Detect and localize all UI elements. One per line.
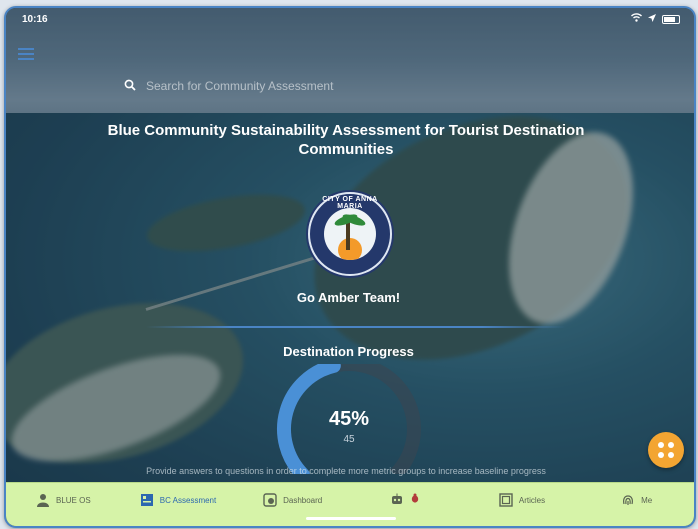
- fingerprint-icon: [621, 493, 635, 507]
- tab-label: BLUE OS: [55, 495, 91, 505]
- articles-icon: [499, 493, 513, 507]
- search-bar[interactable]: [124, 74, 564, 98]
- tab-articles[interactable]: Articles: [465, 491, 580, 509]
- tab-label: BC Assessment: [159, 495, 217, 505]
- status-time: 10:16: [22, 14, 48, 25]
- progress-title: Destination Progress: [283, 344, 414, 359]
- search-input[interactable]: [144, 78, 564, 94]
- search-icon: [124, 79, 136, 94]
- hamburger-menu-icon[interactable]: [18, 48, 34, 62]
- person-icon: [36, 493, 50, 507]
- robot-icon: [390, 493, 404, 507]
- tab-robot[interactable]: [350, 491, 465, 509]
- bug-icon: [410, 493, 424, 507]
- battery-icon: [662, 14, 680, 24]
- tab-label: Dashboard: [283, 495, 323, 505]
- tab-label: Articles: [518, 495, 546, 505]
- app-screen: 10:16 Blue Community Sustainability Asse…: [4, 6, 696, 528]
- home-indicator: [306, 517, 396, 520]
- grid-dot: [658, 442, 664, 448]
- grid-dot: [668, 442, 674, 448]
- progress-value: 45: [343, 434, 355, 445]
- progress-percent: 45%: [328, 408, 370, 430]
- section-divider: [146, 326, 566, 328]
- assessment-icon: [140, 493, 154, 507]
- grid-dot: [658, 452, 664, 458]
- location-arrow-icon: [648, 13, 656, 25]
- wifi-icon: [631, 13, 642, 25]
- floating-action-button[interactable]: [648, 432, 684, 468]
- city-seal-logo: CITY OF ANNA MARIA: [308, 192, 392, 276]
- tab-dashboard[interactable]: Dashboard: [235, 491, 350, 509]
- progress-hint: Provide answers to questions in order to…: [146, 466, 546, 476]
- status-bar: 10:16: [6, 8, 694, 30]
- tab-blue-os[interactable]: BLUE OS: [6, 491, 121, 509]
- tab-me[interactable]: Me: [579, 491, 694, 509]
- tab-label: Me: [641, 495, 653, 505]
- dashboard-icon: [263, 493, 277, 507]
- grid-dot: [668, 452, 674, 458]
- tab-bc-assessment[interactable]: BC Assessment: [121, 491, 236, 509]
- page-title: Blue Community Sustainability Assessment…: [107, 122, 585, 158]
- team-greeting: Go Amber Team!: [296, 290, 401, 305]
